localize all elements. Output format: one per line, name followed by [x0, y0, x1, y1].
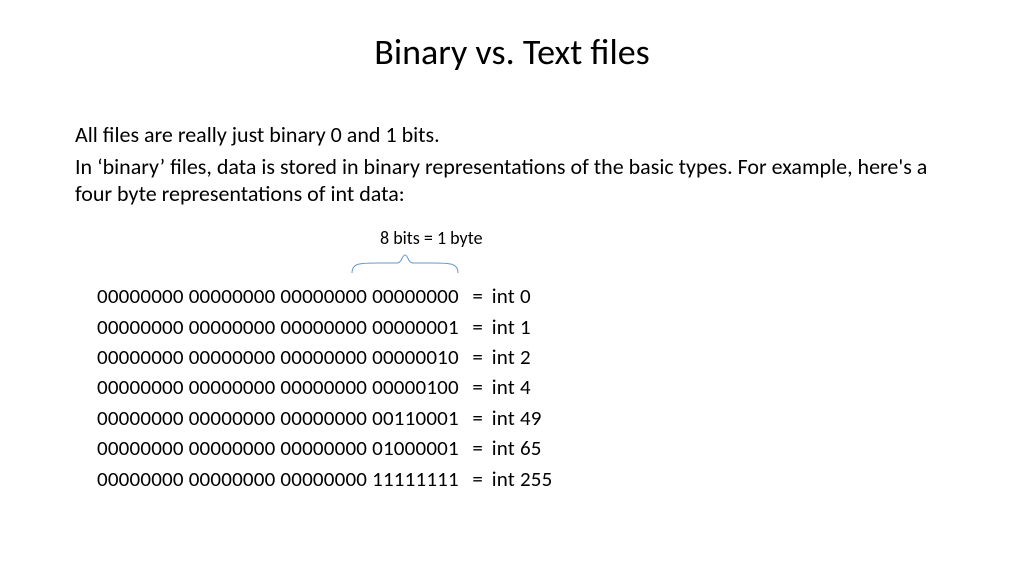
bytes-cell: 00000000 00000000 00000000 00000100 [97, 372, 459, 402]
equals: = [469, 312, 487, 342]
paragraph-2: In ‘binary’ files, data is stored in bin… [75, 154, 949, 207]
table-row: 00000000 00000000 00000000 11111111 = in… [97, 464, 949, 494]
table-row: 00000000 00000000 00000000 00000100 = in… [97, 372, 949, 402]
bytes-cell: 00000000 00000000 00000000 01000001 [97, 433, 459, 463]
binary-table: 00000000 00000000 00000000 00000000 = in… [75, 281, 949, 494]
int-value: int 255 [492, 464, 553, 494]
int-value: int 65 [492, 433, 542, 463]
bytes-cell: 00000000 00000000 00000000 00000000 [97, 281, 459, 311]
int-value: int 1 [492, 312, 531, 342]
annotation-label: 8 bits = 1 byte [380, 227, 483, 249]
curly-brace-icon [350, 253, 460, 275]
equals: = [469, 342, 487, 372]
equals: = [469, 403, 487, 433]
equals: = [469, 281, 487, 311]
int-value: int 4 [492, 372, 531, 402]
page-title: Binary vs. Text files [75, 30, 949, 74]
bytes-cell: 00000000 00000000 00000000 11111111 [97, 464, 459, 494]
equals: = [469, 433, 487, 463]
table-row: 00000000 00000000 00000000 00110001 = in… [97, 403, 949, 433]
bytes-cell: 00000000 00000000 00000000 00110001 [97, 403, 459, 433]
int-value: int 0 [492, 281, 531, 311]
table-row: 00000000 00000000 00000000 00000010 = in… [97, 342, 949, 372]
bytes-cell: 00000000 00000000 00000000 00000010 [97, 342, 459, 372]
table-row: 00000000 00000000 00000000 00000001 = in… [97, 312, 949, 342]
paragraph-1: All files are really just binary 0 and 1… [75, 122, 949, 148]
bytes-cell: 00000000 00000000 00000000 00000001 [97, 312, 459, 342]
slide: Binary vs. Text files All files are real… [0, 0, 1024, 494]
table-row: 00000000 00000000 00000000 00000000 = in… [97, 281, 949, 311]
equals: = [469, 372, 487, 402]
int-value: int 49 [492, 403, 542, 433]
byte-annotation: 8 bits = 1 byte [75, 227, 949, 279]
equals: = [469, 464, 487, 494]
table-row: 00000000 00000000 00000000 01000001 = in… [97, 433, 949, 463]
int-value: int 2 [492, 342, 531, 372]
